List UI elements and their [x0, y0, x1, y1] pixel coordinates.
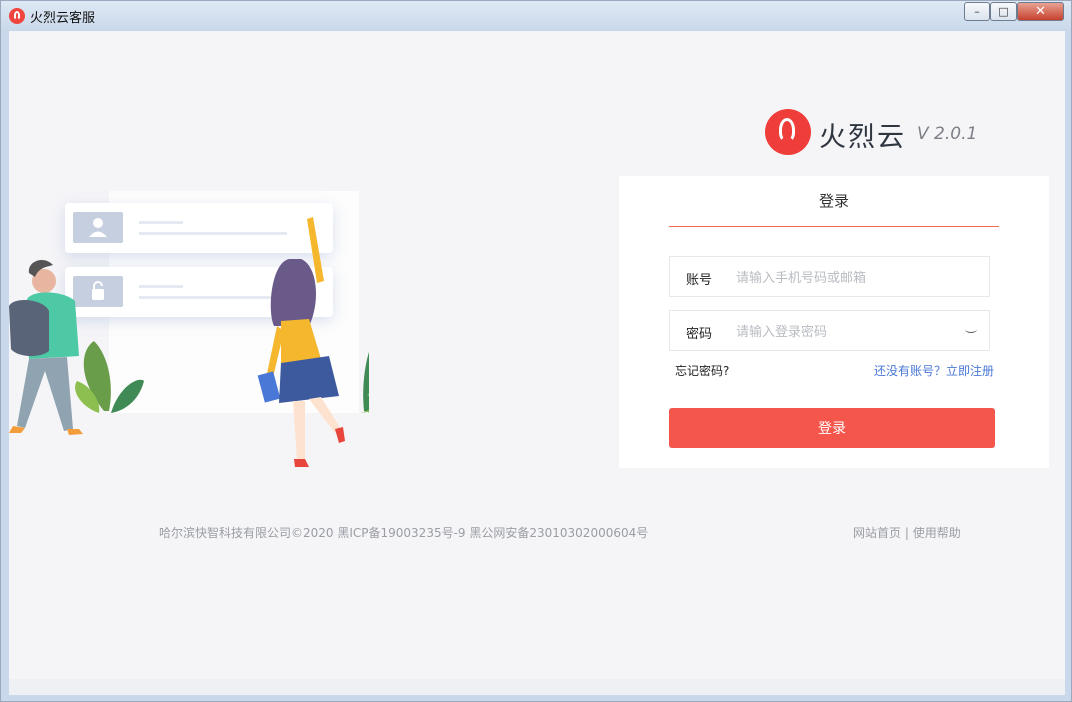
eye-closed-icon[interactable]	[965, 326, 977, 333]
client-area: 火烈云 V 2.0.1 登录 账号 密码 忘记密码? 还没有账号？立即注册 登录…	[9, 31, 1065, 695]
tab-login[interactable]: 登录	[669, 176, 999, 227]
dragon-logo-icon	[765, 109, 811, 155]
app-logo-icon	[9, 8, 25, 24]
close-button[interactable]: ✕	[1017, 2, 1064, 21]
footer-separator: |	[904, 526, 909, 540]
account-label: 账号	[686, 273, 713, 288]
window-title: 火烈云客服	[30, 11, 96, 26]
password-label: 密码	[686, 327, 713, 342]
app-window: 火烈云客服 – □ ✕ 火烈云 V 2.0.1 登录 账号 请输入手机号码或邮箱…	[0, 0, 1072, 702]
copyright-text: 哈尔滨快智科技有限公司©2020 黑ICP备19003235号-9 黑公网安备2…	[159, 526, 649, 540]
register-link[interactable]: 还没有账号？立即注册	[874, 362, 994, 379]
maximize-button[interactable]: □	[990, 2, 1017, 21]
help-link[interactable]: 使用帮助	[913, 526, 961, 540]
people-illustration-icon	[9, 217, 369, 467]
login-card: 登录 账号 密码 忘记密码? 还没有账号？立即注册 登录	[619, 176, 1049, 468]
password-input[interactable]	[734, 319, 958, 345]
footer-links: 网站首页 | 使用帮助	[853, 524, 961, 541]
login-illustration	[9, 181, 369, 491]
home-link[interactable]: 网站首页	[853, 526, 901, 540]
login-button[interactable]: 登录	[669, 408, 995, 448]
brand-name: 火烈云	[819, 122, 906, 153]
app-version: V 2.0.1	[917, 124, 978, 144]
bottom-bar	[9, 679, 1065, 695]
title-bar[interactable]: 火烈云客服 – □ ✕	[1, 1, 1071, 31]
password-field[interactable]: 密码	[669, 310, 990, 351]
forgot-password-link[interactable]: 忘记密码?	[675, 362, 729, 379]
minimize-button[interactable]: –	[964, 2, 990, 21]
account-input[interactable]	[734, 265, 958, 291]
account-field[interactable]: 账号	[669, 256, 990, 297]
